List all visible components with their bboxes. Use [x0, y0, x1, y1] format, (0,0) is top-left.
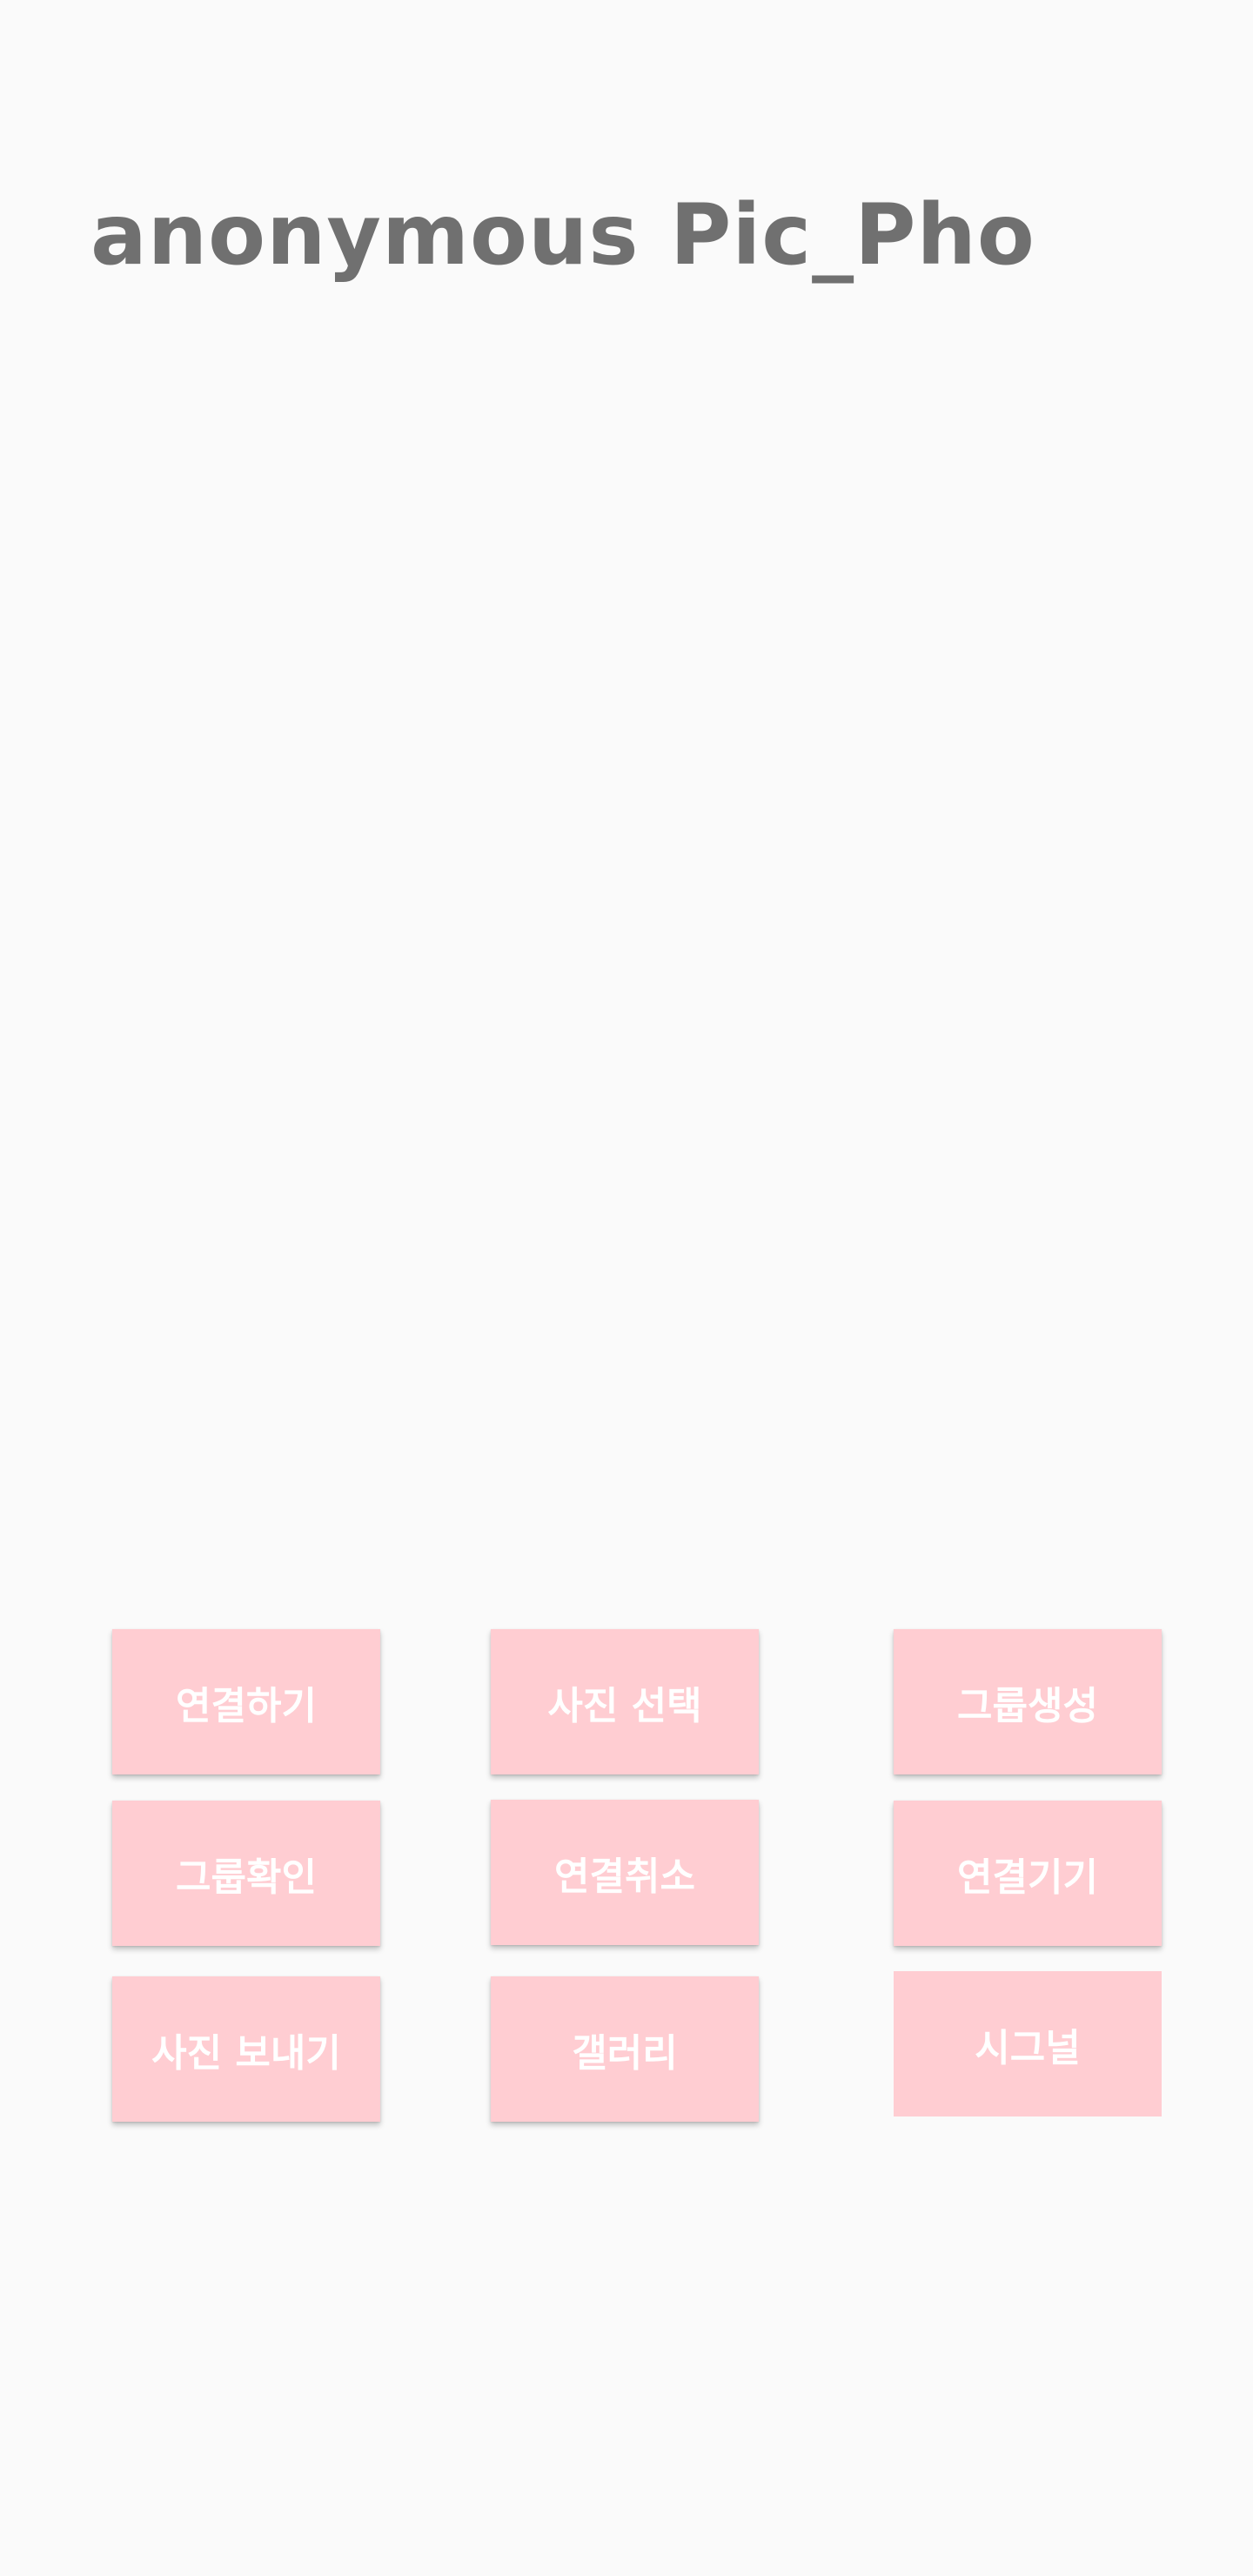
- connect-button[interactable]: 연결하기: [112, 1629, 380, 1774]
- check-group-button[interactable]: 그룹확인: [112, 1801, 380, 1946]
- cancel-connection-button[interactable]: 연결취소: [491, 1800, 759, 1945]
- create-group-button[interactable]: 그룹생성: [894, 1629, 1162, 1774]
- app-title: Pic_Pho: [670, 186, 1035, 284]
- select-photo-button[interactable]: 사진 선택: [491, 1629, 759, 1774]
- user-name-label: anonymous: [90, 186, 640, 284]
- send-photo-button[interactable]: 사진 보내기: [112, 1976, 380, 2122]
- signal-button[interactable]: 시그널: [894, 1971, 1162, 2116]
- gallery-button[interactable]: 갤러리: [491, 1976, 759, 2122]
- connected-devices-button[interactable]: 연결기기: [894, 1801, 1162, 1946]
